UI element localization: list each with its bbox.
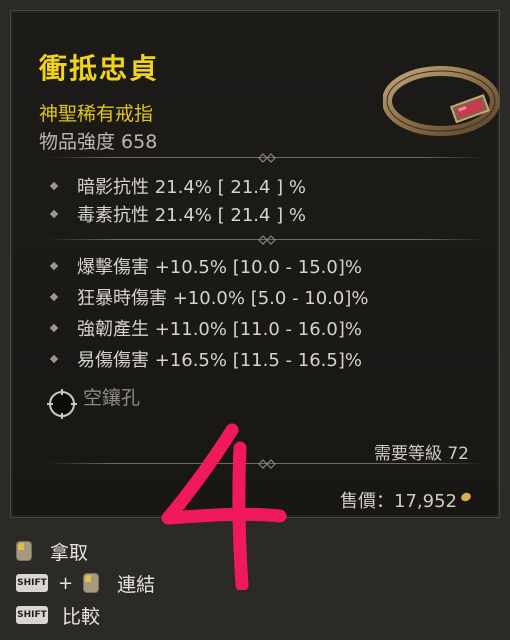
divider — [47, 233, 487, 247]
diamond-bullet-icon — [49, 181, 59, 191]
affix-fortify-generation: 強韌產生 +11.0% [11.0 - 16.0]% — [49, 315, 362, 341]
handwritten-number-4 — [161, 423, 287, 590]
diamond-bullet-icon — [49, 292, 59, 302]
ring-icon — [383, 66, 500, 136]
empty-socket-label: 空鑲孔 — [83, 387, 141, 409]
divider — [47, 151, 487, 165]
diamond-bullet-icon — [49, 354, 59, 364]
diamond-bullet-icon — [49, 323, 59, 333]
item-type: 神聖稀有戒指 — [39, 103, 154, 125]
affix-berserk-damage: 狂暴時傷害 +10.0% [5.0 - 10.0]% — [49, 284, 369, 310]
affix-crit-damage: 爆擊傷害 +10.5% [10.0 - 15.0]% — [49, 253, 362, 279]
action-compare-label: 比較 — [62, 605, 101, 628]
item-power: 物品強度 658 — [39, 131, 158, 153]
plus-icon: + — [58, 572, 74, 594]
sell-price: 售價：17,952 — [340, 491, 457, 512]
game-ui-frame: 衝抵忠貞 神聖稀有戒指 物品強度 658 暗影抗性 21.4% [21.4]… — [0, 0, 510, 640]
item-name: 衝抵忠貞 — [39, 52, 160, 85]
shift-key-icon: SHIFT — [16, 606, 48, 624]
affix-poison-resist: 毒素抗性 21.4% [ 21.4 ] % — [49, 201, 306, 227]
diamond-bullet-icon — [49, 261, 59, 271]
shift-key-icon: SHIFT — [16, 574, 48, 592]
action-link-label: 連結 — [117, 573, 156, 596]
mouse-left-icon — [83, 573, 100, 593]
action-take[interactable]: 拿取 — [16, 538, 88, 564]
diamond-bullet-icon — [49, 209, 59, 219]
affix-shadow-resist: 暗影抗性 21.4% [ 21.4 ] % — [49, 173, 306, 199]
mouse-left-icon — [16, 541, 32, 561]
affix-vulnerable-damage: 易傷傷害 +16.5% [11.5 - 16.5]% — [49, 346, 362, 372]
action-compare[interactable]: SHIFT 比較 — [16, 602, 100, 628]
action-link[interactable]: SHIFT + 連結 — [16, 570, 155, 596]
gold-coin-icon — [459, 491, 473, 503]
action-take-label: 拿取 — [50, 541, 89, 564]
empty-socket-icon — [47, 389, 77, 419]
